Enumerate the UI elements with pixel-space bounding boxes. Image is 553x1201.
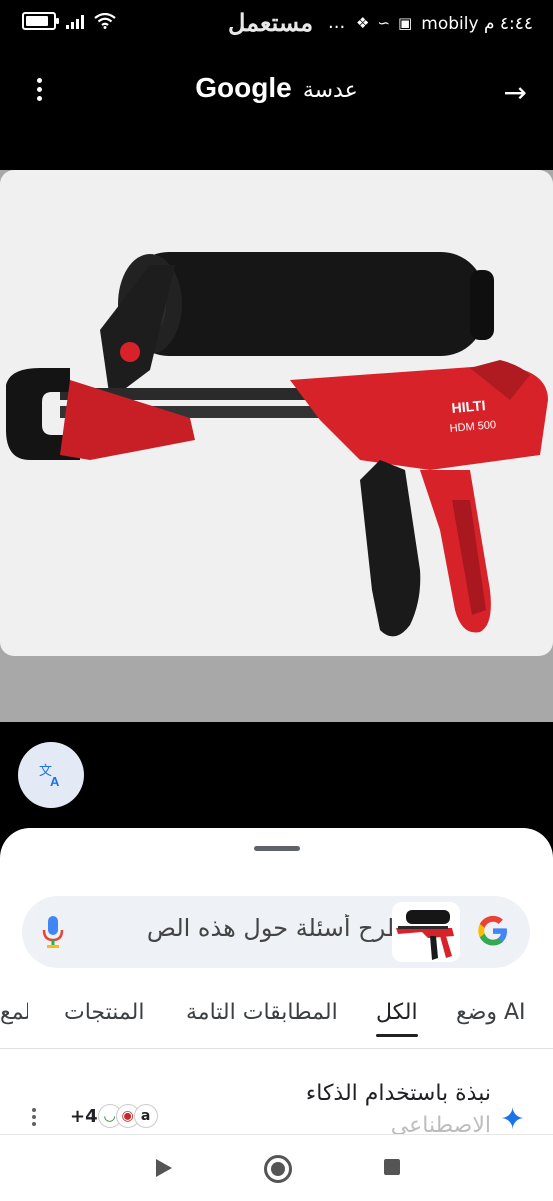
status-more-icon: ... (328, 12, 346, 33)
translate-button[interactable]: 文 A (18, 742, 84, 808)
tab-exact-matches[interactable]: المطابقات التامة (186, 1000, 338, 1025)
lens-header: Google عدسة → (0, 48, 553, 132)
image-viewer[interactable]: HILTI HDM 500 (0, 170, 553, 722)
results-tabs: وضع AI الكل المطابقات التامة المنتجات ال… (0, 1000, 553, 1044)
ai-more-options-icon[interactable] (32, 1108, 38, 1129)
link-icon: ∽ (377, 14, 391, 32)
watermark-logo: مستعمل (228, 8, 314, 37)
amazon-logo-icon: a (133, 1104, 158, 1128)
google-logo-icon (478, 915, 507, 946)
carrier-time: mobily ٤:٤٤ م (421, 14, 533, 34)
source-logos: ◡ ◉ a (97, 1104, 158, 1128)
ai-sources[interactable]: +4 ◡ ◉ a (70, 1104, 158, 1128)
search-input[interactable]: طرح أسئلة حول هذه الص (94, 914, 406, 942)
ai-overview-title: نبذة باستخدام الذكاء الاصطناعي (231, 1078, 491, 1142)
tabs-divider (0, 1048, 553, 1049)
ai-sparkle-icon: ✦ (500, 1102, 526, 1137)
tab-ai-mode[interactable]: وضع AI (456, 1000, 526, 1025)
tab-all[interactable]: الكل (376, 1000, 418, 1037)
ai-title-line1: نبذة باستخدام الذكاء (305, 1081, 491, 1106)
tab-more[interactable]: المع (0, 1000, 28, 1025)
battery-icon (22, 12, 59, 30)
sources-count: +4 (70, 1105, 98, 1127)
dropbox-icon: ❖ (356, 14, 370, 32)
drag-handle[interactable] (254, 846, 300, 851)
share-arrow-icon[interactable]: → (504, 76, 527, 109)
system-navbar (0, 1134, 553, 1201)
home-nav-icon[interactable] (264, 1155, 292, 1183)
svg-text:A: A (50, 774, 60, 789)
recents-nav-icon[interactable] (384, 1159, 400, 1175)
page-title: Google عدسة (0, 72, 553, 104)
translate-icon: 文 A (39, 764, 60, 789)
tab-products[interactable]: المنتجات (64, 1000, 144, 1025)
wifi-icon (94, 13, 116, 29)
lens-label: عدسة (302, 78, 358, 103)
brand-label: HILTI (451, 397, 486, 416)
microphone-icon[interactable] (42, 916, 64, 948)
product-photo: HILTI HDM 500 (0, 170, 553, 656)
google-wordmark: Google (195, 72, 292, 103)
message-icon: ▣ (398, 14, 413, 32)
signal-icon (66, 13, 84, 29)
back-nav-icon[interactable] (156, 1159, 172, 1177)
query-image-thumbnail[interactable] (392, 902, 460, 962)
status-bar: مستعمل ... ❖ ∽ ▣ mobily ٤:٤٤ م (0, 0, 553, 48)
search-box[interactable]: طرح أسئلة حول هذه الص (22, 896, 530, 968)
